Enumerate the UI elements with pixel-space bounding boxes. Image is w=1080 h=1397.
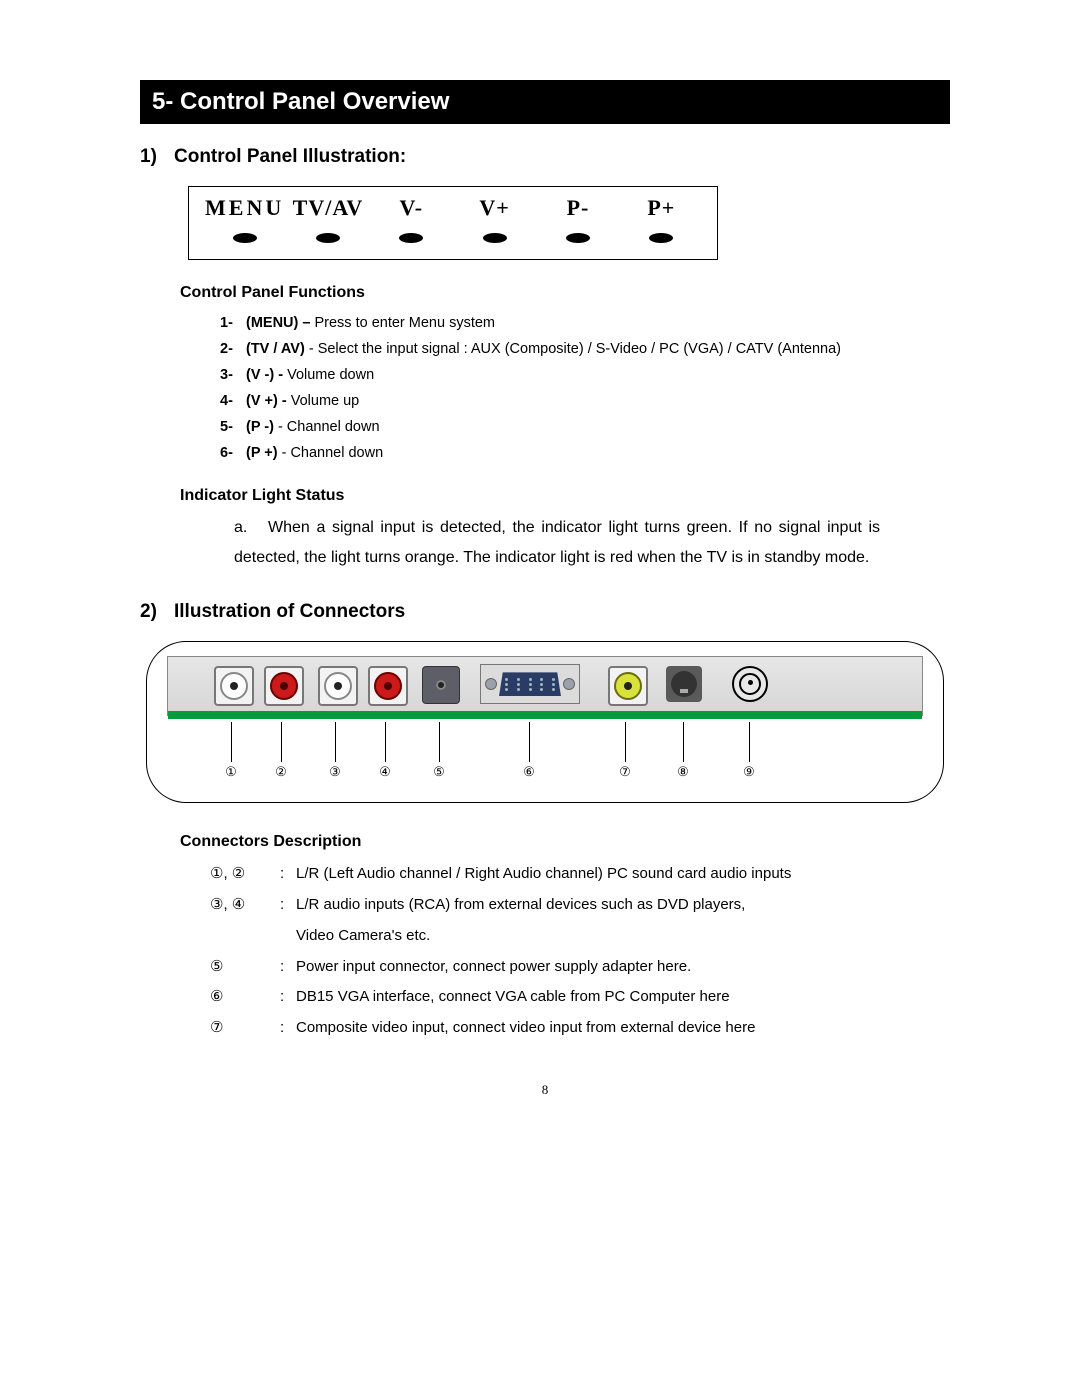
indicator-a: a. bbox=[234, 513, 268, 543]
panel-button-icon bbox=[566, 233, 590, 243]
func-key: (TV / AV) bbox=[246, 341, 309, 357]
conn-label-9: ⑨ bbox=[743, 764, 755, 780]
green-bar bbox=[168, 711, 922, 719]
svideo-port-icon bbox=[666, 666, 702, 702]
control-panel-illustration: MENU TV/AV V- V+ P- P+ bbox=[188, 186, 718, 260]
indicator-heading: Indicator Light Status bbox=[180, 487, 950, 505]
conn-text: L/R audio inputs (RCA) from external dev… bbox=[296, 890, 950, 921]
panel-button-icon bbox=[649, 233, 673, 243]
panel-button-icon bbox=[399, 233, 423, 243]
conn-label-4: ④ bbox=[379, 764, 391, 780]
vga-port-icon bbox=[480, 664, 580, 704]
panel-label-vplus: V+ bbox=[453, 195, 536, 221]
func-desc: - Channel down bbox=[278, 419, 380, 435]
conn-colon: : bbox=[280, 859, 296, 890]
conn-label-3: ③ bbox=[329, 764, 341, 780]
page-number: 8 bbox=[140, 1082, 950, 1098]
section2-num: 2) bbox=[140, 601, 174, 623]
rca-yellow-icon bbox=[608, 666, 648, 706]
connector-strip bbox=[167, 656, 923, 716]
func-num: 6- bbox=[220, 440, 246, 466]
rca-red-icon bbox=[368, 666, 408, 706]
conn-colon: : bbox=[280, 890, 296, 921]
func-desc: Volume up bbox=[291, 393, 360, 409]
panel-label-tvav: TV/AV bbox=[286, 195, 369, 221]
func-desc: - Select the input signal : AUX (Composi… bbox=[309, 341, 841, 357]
conn-label-8: ⑧ bbox=[677, 764, 689, 780]
conn-text: Power input connector, connect power sup… bbox=[296, 952, 950, 983]
func-key: (P +) bbox=[246, 445, 282, 461]
rca-red-icon bbox=[264, 666, 304, 706]
conn-label-6: ⑥ bbox=[523, 764, 535, 780]
func-desc: - Channel down bbox=[282, 445, 384, 461]
section-header: 5- Control Panel Overview bbox=[140, 80, 950, 124]
indicator-text: a.When a signal input is detected, the i… bbox=[234, 513, 880, 574]
conn-sym: ⑦ bbox=[210, 1013, 280, 1044]
section2-title: Illustration of Connectors bbox=[174, 601, 405, 622]
conn-sym: ③, ④ bbox=[210, 890, 280, 921]
conn-colon: : bbox=[280, 982, 296, 1013]
panel-button-icon bbox=[483, 233, 507, 243]
conn-text: DB15 VGA interface, connect VGA cable fr… bbox=[296, 982, 950, 1013]
panel-label-pminus: P- bbox=[536, 195, 619, 221]
section1-title: Control Panel Illustration: bbox=[174, 146, 406, 167]
power-connector-icon bbox=[422, 666, 460, 704]
panel-label-vminus: V- bbox=[370, 195, 453, 221]
conn-text: L/R (Left Audio channel / Right Audio ch… bbox=[296, 859, 950, 890]
func-num: 3- bbox=[220, 362, 246, 388]
conn-label-5: ⑤ bbox=[433, 764, 445, 780]
functions-list: 1-(MENU) – Press to enter Menu system 2-… bbox=[220, 310, 950, 467]
panel-label-pplus: P+ bbox=[620, 195, 703, 221]
panel-label-menu: MENU bbox=[203, 195, 286, 221]
func-num: 1- bbox=[220, 310, 246, 336]
connectors-illustration: ① ② ③ ④ ⑤ ⑥ ⑦ ⑧ ⑨ bbox=[146, 641, 944, 803]
func-num: 2- bbox=[220, 336, 246, 362]
conn-text: Composite video input, connect video inp… bbox=[296, 1013, 950, 1044]
conn-label-7: ⑦ bbox=[619, 764, 631, 780]
rca-white-icon bbox=[214, 666, 254, 706]
section1-heading: 1)Control Panel Illustration: bbox=[140, 146, 950, 168]
section2-heading: 2)Illustration of Connectors bbox=[140, 601, 950, 623]
conn-colon: : bbox=[280, 952, 296, 983]
panel-button-icon bbox=[316, 233, 340, 243]
connector-leads: ① ② ③ ④ ⑤ ⑥ ⑦ ⑧ ⑨ bbox=[167, 722, 923, 784]
rca-white-icon bbox=[318, 666, 358, 706]
indicator-body: When a signal input is detected, the ind… bbox=[234, 519, 880, 566]
func-key: (P -) bbox=[246, 419, 278, 435]
section1-num: 1) bbox=[140, 146, 174, 168]
conn-sym: ⑤ bbox=[210, 952, 280, 983]
conn-sym: ⑥ bbox=[210, 982, 280, 1013]
conn-label-2: ② bbox=[275, 764, 287, 780]
panel-button-icon bbox=[233, 233, 257, 243]
func-num: 4- bbox=[220, 388, 246, 414]
func-num: 5- bbox=[220, 414, 246, 440]
func-desc: Volume down bbox=[287, 367, 374, 383]
func-key: (V -) - bbox=[246, 367, 287, 383]
conn-sym: ①, ② bbox=[210, 859, 280, 890]
connectors-description: ①, ②:L/R (Left Audio channel / Right Aud… bbox=[210, 859, 950, 1044]
conn-text-cont: Video Camera's etc. bbox=[296, 921, 430, 952]
functions-heading: Control Panel Functions bbox=[180, 284, 950, 302]
func-key: (MENU) – bbox=[246, 315, 314, 331]
coax-port-icon bbox=[732, 666, 768, 702]
conn-label-1: ① bbox=[225, 764, 237, 780]
conn-colon: : bbox=[280, 1013, 296, 1044]
connectors-desc-heading: Connectors Description bbox=[180, 833, 950, 851]
func-key: (V +) - bbox=[246, 393, 291, 409]
func-desc: Press to enter Menu system bbox=[314, 315, 495, 331]
